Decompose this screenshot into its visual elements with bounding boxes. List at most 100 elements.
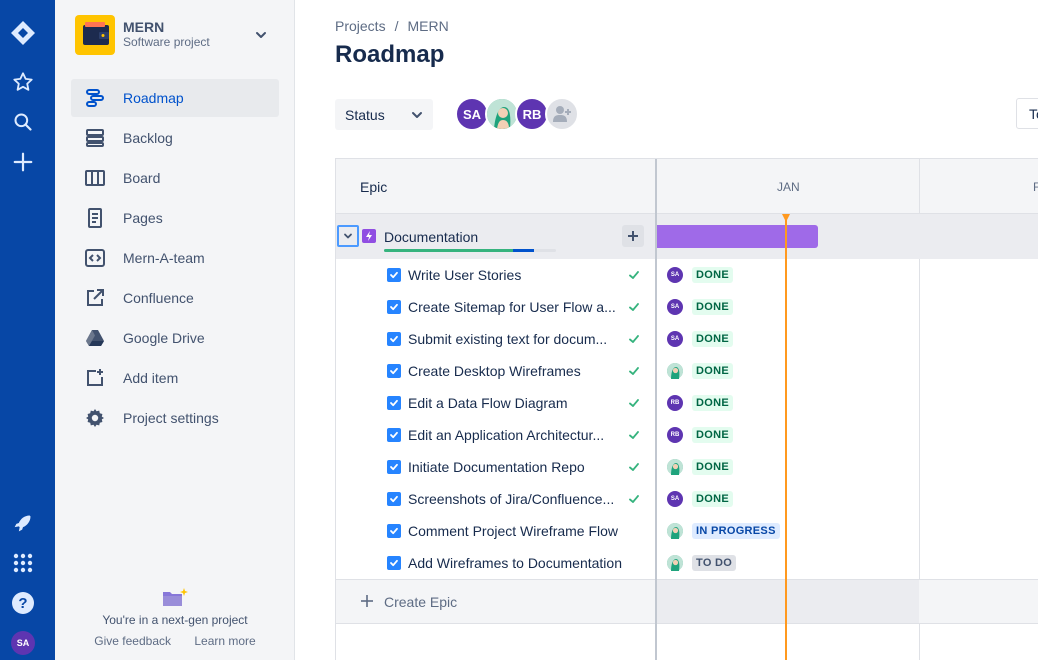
issue-row[interactable]: Write User Stories SA DONE — [336, 259, 1038, 291]
gear-icon — [83, 406, 107, 430]
task-checkbox-icon — [387, 492, 401, 506]
sidebar-item-label: Board — [123, 170, 161, 186]
issue-title[interactable]: Submit existing text for docum... — [408, 331, 607, 347]
issue-title[interactable]: Initiate Documentation Repo — [408, 459, 585, 475]
assignee-avatar: SA — [667, 491, 683, 507]
user-avatar[interactable]: SA — [10, 630, 36, 656]
search-icon[interactable] — [10, 109, 36, 135]
month-label: F — [1033, 180, 1038, 194]
roadmap-grid: Epic JAN F Documentation Write User Stor… — [335, 158, 1038, 660]
assignee-filter-avatar[interactable]: SA — [455, 97, 489, 131]
assignee-avatar — [667, 459, 683, 475]
project-switcher[interactable]: MERN Software project — [75, 15, 275, 55]
add-child-issue-button[interactable] — [622, 225, 644, 247]
issue-row[interactable]: Create Sitemap for User Flow a... SA DONE — [336, 291, 1038, 323]
project-sidebar: MERN Software project Roadmap Backlog Bo… — [55, 0, 295, 660]
issue-row[interactable]: Screenshots of Jira/Confluence... SA DONE — [336, 483, 1038, 515]
breadcrumb-separator: / — [394, 18, 399, 34]
issue-title[interactable]: Edit an Application Architectur... — [408, 427, 604, 443]
create-plus-icon[interactable] — [10, 149, 36, 175]
epic-row[interactable]: Documentation — [336, 214, 1038, 259]
assignee-filter-avatar[interactable]: RB — [515, 97, 549, 131]
jira-logo-icon[interactable] — [10, 20, 36, 46]
project-name: MERN — [123, 19, 165, 35]
issue-title[interactable]: Screenshots of Jira/Confluence... — [408, 491, 614, 507]
task-checkbox-icon — [387, 332, 401, 346]
issue-row[interactable]: Create Desktop Wireframes DONE — [336, 355, 1038, 387]
epic-header-label: Epic — [360, 179, 388, 195]
status-filter-button[interactable]: Status — [335, 99, 433, 130]
toolbar-button[interactable]: To — [1016, 98, 1038, 129]
breadcrumb-project-link[interactable]: MERN — [407, 18, 448, 34]
issue-row[interactable]: Add Wireframes to Documentation TO DO — [336, 547, 1038, 579]
create-epic-timeline-cell — [657, 580, 919, 623]
sidebar-item-label: Confluence — [123, 290, 194, 306]
status-filter-label: Status — [345, 106, 385, 123]
user-avatar-initials: SA — [11, 631, 35, 655]
learn-more-link[interactable]: Learn more — [194, 634, 255, 648]
issue-row[interactable]: Initiate Documentation Repo DONE — [336, 451, 1038, 483]
issue-title[interactable]: Create Sitemap for User Flow a... — [408, 299, 616, 315]
timeline-header: JAN F — [657, 159, 1038, 214]
project-avatar — [75, 15, 115, 55]
add-people-icon[interactable] — [545, 97, 579, 131]
chevron-down-icon[interactable] — [253, 27, 269, 48]
plus-icon — [360, 594, 374, 613]
plus-icon — [628, 231, 638, 241]
task-checkbox-icon — [387, 428, 401, 442]
issue-row[interactable]: Edit a Data Flow Diagram RB DONE — [336, 387, 1038, 419]
status-lozenge: DONE — [692, 331, 733, 347]
done-check-icon — [628, 396, 640, 414]
breadcrumb: Projects / MERN — [335, 18, 449, 34]
collapse-toggle[interactable] — [337, 225, 359, 247]
done-check-icon — [628, 428, 640, 446]
assignee-avatar: SA — [667, 331, 683, 347]
chevron-down-icon — [409, 107, 425, 126]
status-lozenge: TO DO — [692, 555, 737, 571]
sidebar-item-label: Pages — [123, 210, 163, 226]
chevron-down-icon — [344, 233, 352, 239]
issue-row[interactable]: Submit existing text for docum... SA DONE — [336, 323, 1038, 355]
task-checkbox-icon — [387, 268, 401, 282]
issue-title[interactable]: Add Wireframes to Documentation — [408, 555, 622, 571]
sidebar-item-project-settings[interactable]: Project settings — [71, 399, 279, 437]
create-epic-row[interactable]: Create Epic — [336, 579, 1038, 624]
roadmap-icon — [83, 86, 107, 110]
status-lozenge: DONE — [692, 395, 733, 411]
sidebar-item-add-item[interactable]: Add item — [71, 359, 279, 397]
issue-row[interactable]: Edit an Application Architectur... RB DONE — [336, 419, 1038, 451]
issue-row[interactable]: Comment Project Wireframe Flow IN PROGRES… — [336, 515, 1038, 547]
done-check-icon — [628, 300, 640, 318]
progress-in-progress-segment — [513, 249, 534, 252]
assignee-filter-avatar[interactable] — [485, 97, 519, 131]
issue-title[interactable]: Write User Stories — [408, 267, 521, 283]
sidebar-item-mern-a-team[interactable]: Mern-A-team — [71, 239, 279, 277]
epic-name[interactable]: Documentation — [384, 229, 478, 245]
epic-timeline-bar[interactable] — [657, 225, 818, 248]
main-content: Projects / MERN Roadmap Status SA RB To Ep… — [295, 0, 1038, 660]
sidebar-item-label: Mern-A-team — [123, 250, 205, 266]
sidebar-item-label: Roadmap — [123, 90, 184, 106]
issue-title[interactable]: Create Desktop Wireframes — [408, 363, 581, 379]
breadcrumb-projects-link[interactable]: Projects — [335, 18, 386, 34]
column-divider[interactable] — [655, 159, 657, 660]
sidebar-item-backlog[interactable]: Backlog — [71, 119, 279, 157]
status-lozenge: DONE — [692, 459, 733, 475]
rocket-icon[interactable] — [10, 510, 36, 536]
status-lozenge: DONE — [692, 427, 733, 443]
star-icon[interactable] — [10, 69, 36, 95]
give-feedback-link[interactable]: Give feedback — [94, 634, 171, 648]
issue-title[interactable]: Comment Project Wireframe Flow — [408, 523, 618, 539]
sidebar-item-roadmap[interactable]: Roadmap — [71, 79, 279, 117]
add-item-icon — [83, 366, 107, 390]
backlog-icon — [83, 126, 107, 150]
month-label: JAN — [777, 180, 800, 194]
sidebar-item-confluence[interactable]: Confluence — [71, 279, 279, 317]
sidebar-item-board[interactable]: Board — [71, 159, 279, 197]
help-icon[interactable]: ? — [10, 590, 36, 616]
status-lozenge: IN PROGRESS — [692, 523, 780, 539]
issue-title[interactable]: Edit a Data Flow Diagram — [408, 395, 568, 411]
app-switcher-icon[interactable] — [10, 550, 36, 576]
sidebar-item-google-drive[interactable]: Google Drive — [71, 319, 279, 357]
sidebar-item-pages[interactable]: Pages — [71, 199, 279, 237]
